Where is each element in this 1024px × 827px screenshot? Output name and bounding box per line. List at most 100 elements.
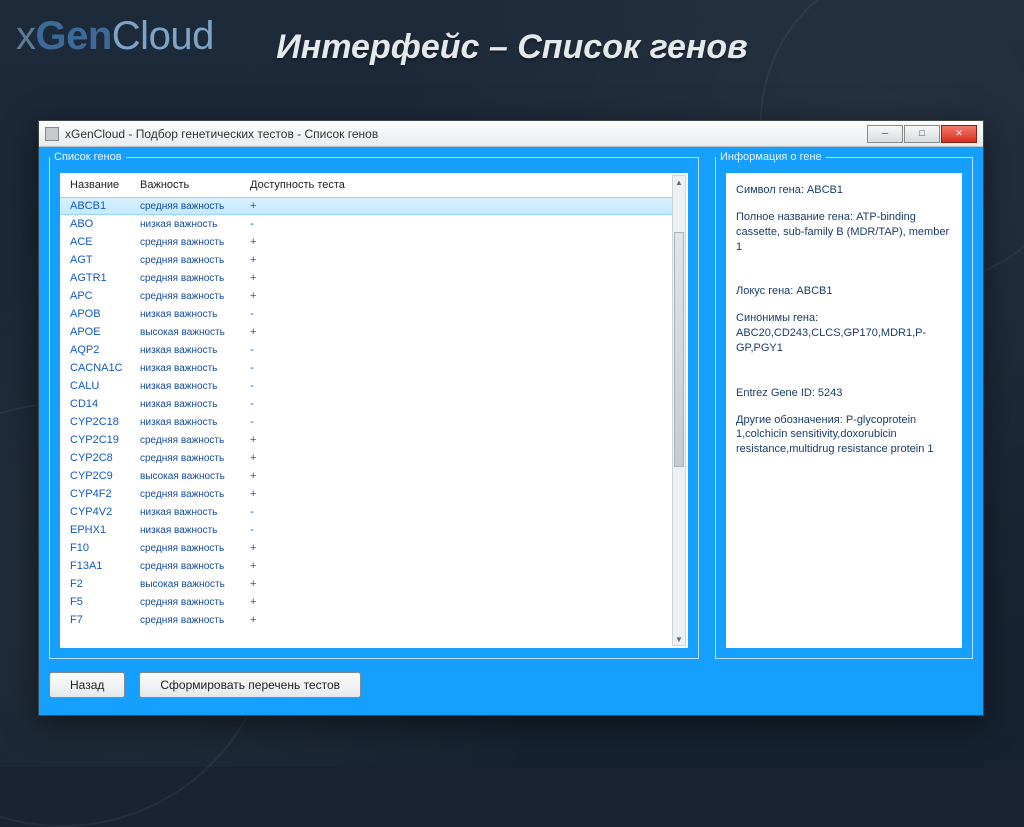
cell-importance: низкая важность xyxy=(140,219,250,230)
cell-name: AGTR1 xyxy=(70,272,140,284)
cell-availability: + xyxy=(250,272,662,284)
slide-title: Интерфейс – Список генов xyxy=(0,28,1024,67)
cell-availability: - xyxy=(250,380,662,392)
col-name[interactable]: Название xyxy=(70,179,140,191)
cell-name: APOE xyxy=(70,326,140,338)
cell-availability: + xyxy=(250,326,662,338)
cell-availability: - xyxy=(250,308,662,320)
table-row[interactable]: F5средняя важность+ xyxy=(60,593,672,611)
cell-importance: высокая важность xyxy=(140,579,250,590)
cell-availability: + xyxy=(250,596,662,608)
cell-importance: высокая важность xyxy=(140,327,250,338)
table-row[interactable]: APCсредняя важность+ xyxy=(60,287,672,305)
cell-name: ACE xyxy=(70,236,140,248)
cell-name: F5 xyxy=(70,596,140,608)
cell-availability: - xyxy=(250,362,662,374)
table-row[interactable]: APOEвысокая важность+ xyxy=(60,323,672,341)
table-row[interactable]: F13A1средняя важность+ xyxy=(60,557,672,575)
cell-importance: низкая важность xyxy=(140,309,250,320)
cell-importance: средняя важность xyxy=(140,201,250,212)
cell-importance: средняя важность xyxy=(140,597,250,608)
cell-availability: - xyxy=(250,524,662,536)
cell-name: AGT xyxy=(70,254,140,266)
table-row[interactable]: CD14низкая важность- xyxy=(60,395,672,413)
cell-importance: средняя важность xyxy=(140,435,250,446)
vertical-scrollbar[interactable]: ▲ ▼ xyxy=(672,175,686,646)
cell-importance: низкая важность xyxy=(140,507,250,518)
cell-importance: средняя важность xyxy=(140,489,250,500)
build-tests-button[interactable]: Сформировать перечень тестов xyxy=(139,672,361,698)
cell-availability: - xyxy=(250,398,662,410)
gene-symbol: Символ гена: ABCB1 xyxy=(736,183,952,198)
table-row[interactable]: EPHX1низкая важность- xyxy=(60,521,672,539)
cell-name: F7 xyxy=(70,614,140,626)
scroll-down-icon[interactable]: ▼ xyxy=(673,633,685,645)
gene-info-panel: Информация о гене Символ гена: ABCB1 Пол… xyxy=(715,151,973,659)
cell-availability: - xyxy=(250,218,662,230)
cell-name: CYP2C18 xyxy=(70,416,140,428)
cell-availability: + xyxy=(250,560,662,572)
cell-name: F2 xyxy=(70,578,140,590)
cell-availability: + xyxy=(250,200,662,212)
cell-importance: высокая важность xyxy=(140,471,250,482)
gene-locus: Локус гена: ABCB1 xyxy=(736,284,952,299)
table-row[interactable]: AGTсредняя важность+ xyxy=(60,251,672,269)
table-row[interactable]: F2высокая важность+ xyxy=(60,575,672,593)
cell-name: CYP2C19 xyxy=(70,434,140,446)
cell-name: CYP4V2 xyxy=(70,506,140,518)
cell-name: ABCB1 xyxy=(70,200,140,212)
cell-availability: + xyxy=(250,542,662,554)
cell-name: CACNA1C xyxy=(70,362,140,374)
app-window: xGenCloud - Подбор генетических тестов -… xyxy=(38,120,984,716)
cell-availability: - xyxy=(250,506,662,518)
minimize-button[interactable]: ─ xyxy=(867,125,903,143)
close-button[interactable]: ✕ xyxy=(941,125,977,143)
table-row[interactable]: ACEсредняя важность+ xyxy=(60,233,672,251)
window-title: xGenCloud - Подбор генетических тестов -… xyxy=(65,127,378,141)
cell-importance: средняя важность xyxy=(140,453,250,464)
back-button[interactable]: Назад xyxy=(49,672,125,698)
table-row[interactable]: ABOнизкая важность- xyxy=(60,215,672,233)
table-row[interactable]: CYP2C9высокая важность+ xyxy=(60,467,672,485)
table-row[interactable]: CYP4F2средняя важность+ xyxy=(60,485,672,503)
table-row[interactable]: CYP2C19средняя важность+ xyxy=(60,431,672,449)
cell-importance: низкая важность xyxy=(140,363,250,374)
col-availability[interactable]: Доступность теста xyxy=(250,179,678,191)
cell-availability: + xyxy=(250,434,662,446)
scroll-thumb[interactable] xyxy=(674,232,684,467)
gene-entrez: Entrez Gene ID: 5243 xyxy=(736,386,952,401)
titlebar[interactable]: xGenCloud - Подбор генетических тестов -… xyxy=(39,121,983,147)
table-row[interactable]: F10средняя важность+ xyxy=(60,539,672,557)
table-row[interactable]: CYP2C18низкая важность- xyxy=(60,413,672,431)
table-row[interactable]: CYP2C8средняя важность+ xyxy=(60,449,672,467)
col-importance[interactable]: Важность xyxy=(140,179,250,191)
cell-availability: + xyxy=(250,578,662,590)
table-row[interactable]: AQP2низкая важность- xyxy=(60,341,672,359)
cell-importance: низкая важность xyxy=(140,417,250,428)
maximize-button[interactable]: □ xyxy=(904,125,940,143)
table-row[interactable]: CYP4V2низкая важность- xyxy=(60,503,672,521)
cell-availability: + xyxy=(250,470,662,482)
table-row[interactable]: ABCB1средняя важность+ xyxy=(60,197,672,215)
cell-name: APC xyxy=(70,290,140,302)
cell-importance: низкая важность xyxy=(140,345,250,356)
cell-name: APOB xyxy=(70,308,140,320)
gene-other: Другие обозначения: P-glycoprotein 1,col… xyxy=(736,413,952,458)
cell-importance: средняя важность xyxy=(140,237,250,248)
cell-availability: - xyxy=(250,344,662,356)
app-icon xyxy=(45,127,59,141)
cell-name: CYP4F2 xyxy=(70,488,140,500)
scroll-up-icon[interactable]: ▲ xyxy=(673,176,685,188)
gene-info-body: Символ гена: ABCB1 Полное название гена:… xyxy=(726,173,962,648)
table-row[interactable]: AGTR1средняя важность+ xyxy=(60,269,672,287)
table-row[interactable]: F7средняя важность+ xyxy=(60,611,672,629)
cell-importance: низкая важность xyxy=(140,381,250,392)
cell-name: F10 xyxy=(70,542,140,554)
table-row[interactable]: APOBнизкая важность- xyxy=(60,305,672,323)
table-body[interactable]: ABCB1средняя важность+ABOнизкая важность… xyxy=(60,197,672,648)
cell-name: CYP2C9 xyxy=(70,470,140,482)
gene-synonyms: Синонимы гена: ABC20,CD243,CLCS,GP170,MD… xyxy=(736,311,952,356)
cell-name: CD14 xyxy=(70,398,140,410)
table-row[interactable]: CACNA1Cнизкая важность- xyxy=(60,359,672,377)
table-row[interactable]: CALUнизкая важность- xyxy=(60,377,672,395)
